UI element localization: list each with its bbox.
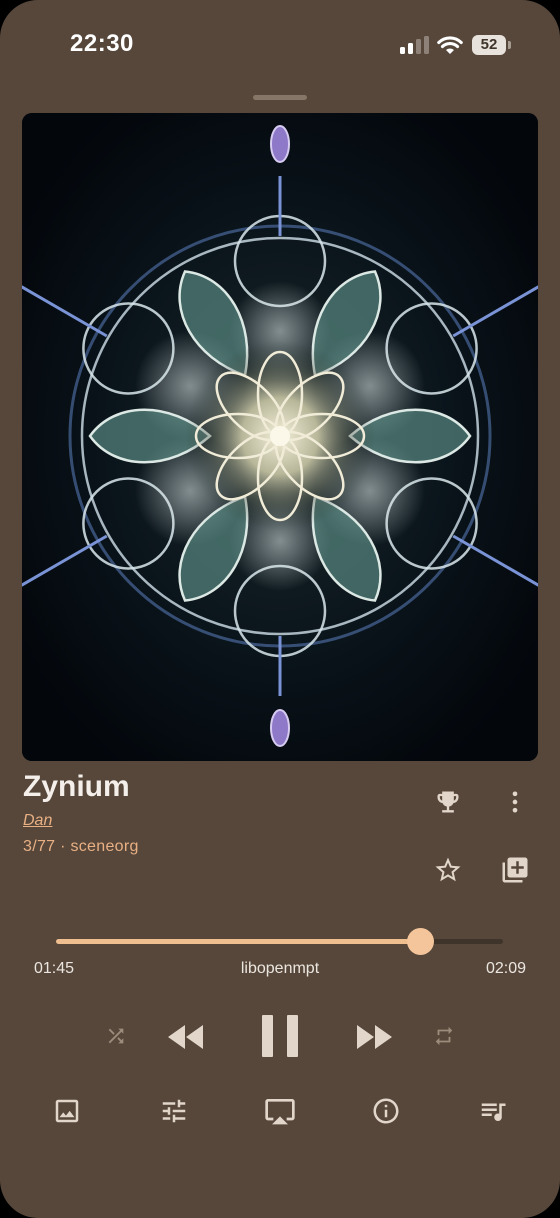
trophy-button[interactable] [430,784,466,820]
playback-engine-label: libopenmpt [240,960,320,977]
kaleidoscope-artwork-image [22,113,538,761]
battery-indicator: 52 [472,35,506,55]
more-vert-icon [512,791,518,813]
track-meta: 3/77 · sceneorg [23,838,139,855]
shuffle-icon [108,1028,124,1044]
rewind-icon [168,1025,203,1049]
pause-button[interactable] [250,1006,310,1066]
shuffle-button[interactable] [100,1020,132,1052]
total-duration: 02:09 [485,960,526,977]
image-icon [55,1099,79,1123]
repeat-icon [435,1026,453,1046]
status-bar: 22:30 52 [0,0,560,90]
progress-slider[interactable] [56,928,503,955]
star-outline-icon [435,857,461,882]
fast-forward-button[interactable] [346,1010,400,1064]
trophy-icon [437,791,459,813]
fast-forward-icon [357,1025,392,1049]
sheet-grabber[interactable] [253,95,307,100]
favorite-button[interactable] [430,852,466,888]
visualizer-button[interactable] [48,1092,86,1130]
wifi-icon [437,36,463,54]
info-icon [373,1098,399,1124]
repeat-button[interactable] [428,1020,460,1052]
airplay-button[interactable] [261,1092,299,1130]
cellular-signal-icon [400,36,429,54]
add-to-playlist-button[interactable] [497,852,533,888]
track-title: Zynium [23,770,130,803]
airplay-icon [265,1099,295,1125]
equalizer-icon [162,1099,186,1123]
more-options-button[interactable] [497,784,533,820]
progress-thumb[interactable] [406,928,434,955]
battery-tip [508,41,511,49]
queue-music-icon [481,1103,506,1121]
track-artist-link[interactable]: Dan [23,812,52,830]
info-button[interactable] [367,1092,405,1130]
album-artwork [22,113,538,761]
rewind-button[interactable] [160,1010,214,1064]
progress-fill [56,939,420,944]
equalizer-button[interactable] [155,1092,193,1130]
status-time: 22:30 [70,30,134,57]
pause-icon [262,1015,298,1057]
queue-button[interactable] [474,1092,512,1130]
add-to-playlist-icon [502,857,528,883]
now-playing-screen: 22:30 52 Zynium Dan 3/77 · sceneorg 01:4… [0,0,560,1218]
